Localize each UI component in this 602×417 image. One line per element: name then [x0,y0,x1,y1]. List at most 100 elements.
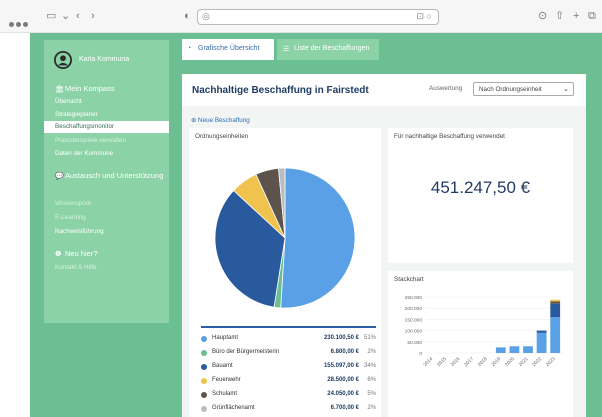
sidebar: Karla Kommuna 🏛Mein Kompass Übersicht St… [44,40,169,323]
legend-label: Hauptamt [212,335,239,341]
user-name: Karla Kommuna [79,56,130,63]
legend-percent: 5% [367,391,376,397]
legend-value: 28.500,00 € [327,377,359,383]
tab-liste[interactable]: ☰ Liste der Beschaffungen [277,39,379,60]
card-title: Stackchart [394,276,424,283]
sidebar-item-daten[interactable]: Daten der Kommune [55,150,113,158]
tab-label: Liste der Beschaffungen [294,45,370,52]
legend-divider [201,326,376,328]
legend-value: 230.100,50 € [323,335,359,341]
card-title: Für nachhaltige Beschaffung verwendet [394,133,505,140]
stack-bar-2020-s0[interactable] [509,346,520,353]
info-icon: ❶ [55,251,62,258]
auswertung-select[interactable]: Nach Ordnungseinheit ⌄ [473,82,574,96]
auswertung-label: Auswertung [429,85,463,92]
address-bar[interactable]: ◎ ⊡ ○ [197,9,439,25]
legend-label: Schulamt [212,391,238,397]
sidebar-item-wissenspool[interactable]: Wissenspool [55,200,91,208]
sidebar-item-uebersicht[interactable]: Übersicht [55,98,82,106]
y-tick-label: 150.000 [405,317,423,323]
legend-percent: 2% [367,405,376,411]
legend-label: Feuerwehr [212,377,241,383]
y-tick-label: 0 [419,351,422,357]
chat-icon: 💬 [55,173,64,180]
pie-legend: Hauptamt 230.100,50 € 51% Büro der Bürgerme… [189,326,381,417]
sidebar-section-austausch: 💬Austausch und Unterstützung [55,171,164,180]
chevron-down-icon[interactable]: ⌄ [61,9,70,23]
chart-icon: ◔ [187,45,192,52]
sidebar-item-elearning[interactable]: E-Learning [55,214,86,222]
legend-row[interactable]: Grünflächenamt 6.700,00 € 2% [201,404,376,416]
x-tick-label: 2023 [545,356,557,368]
page-title: Nachhaltige Beschaffung in Fairstedt [192,85,369,96]
legend-row[interactable]: Schulamt 24.050,00 € 5% [201,390,376,402]
x-tick-label: 2020 [504,356,516,368]
tab-grafische-uebersicht[interactable]: ◔ Grafische Übersicht [182,39,274,60]
pie-slice-hauptamt[interactable] [280,167,356,309]
main-panel: Nachhaltige Beschaffung in Fairstedt Aus… [182,74,586,417]
stack-bar-2022-s0[interactable] [536,332,547,353]
x-tick-label: 2017 [463,356,475,368]
download-icon[interactable]: ⊙ [538,9,547,23]
legend-percent: 51% [363,335,376,341]
x-tick-label: 2014 [422,356,434,368]
sidebar-toggle-icon[interactable]: ▭ [46,9,56,23]
x-tick-label: 2022 [531,356,543,368]
reader-icon[interactable]: ⊡ ○ [417,11,432,22]
sidebar-section-kompass: 🏛Mein Kompass [55,84,115,93]
sidebar-item-strategieplaner[interactable]: Strategieplaner [55,111,98,119]
sidebar-item-beschaffungsmonitor[interactable]: Beschaffungsmonitor [44,121,169,133]
back-icon[interactable]: ‹ [76,9,80,23]
sidebar-item-praxisbeispiele[interactable]: Praxisbeispiele verwalten [55,137,126,145]
card-ordnungseinheiten: Ordnungseinheiten Hauptamt 230.100,50 €51… [189,128,381,417]
main-header: Nachhaltige Beschaffung in Fairstedt Aus… [182,74,586,106]
y-tick-label: 250.000 [405,295,423,301]
stack-bar-2023-s0[interactable] [550,317,561,353]
legend-dot [201,350,207,356]
total-amount: 451.247,50 € [430,178,531,197]
window-controls[interactable] [9,14,30,32]
sidebar-item-kontakt[interactable]: Kontakt & Hilfe [55,264,97,272]
user-avatar-icon [54,51,72,69]
card-stackchart: Stackchart 0 50.000 100.000 150.000 200.000 2… [388,271,573,417]
app-container: Karla Kommuna 🏛Mein Kompass Übersicht St… [30,33,602,417]
legend-row[interactable]: Hauptamt 230.100,50 € 51% [201,334,376,346]
legend-percent: 2% [367,349,376,355]
stack-bar-2023-s2[interactable] [550,301,561,304]
forward-icon[interactable]: › [91,9,95,23]
user-profile[interactable]: Karla Kommuna [52,51,164,71]
legend-value: 24.050,00 € [327,391,359,397]
shield-icon[interactable]: ◐ [184,9,191,23]
stack-bar-2023-s3[interactable] [550,299,561,302]
legend-row[interactable]: Büro der Bürgermeisterin 6.800,00 € 2% [201,348,376,360]
legend-row[interactable]: Feuerwehr 28.500,00 € 6% [201,376,376,388]
legend-dot [201,336,207,342]
stack-bar-2019-s0[interactable] [495,347,506,353]
tabs-overview-icon[interactable]: ⧉ [588,9,596,23]
chevron-down-icon: ⌄ [563,86,569,93]
add-circle-icon: ⊕ [191,117,197,124]
legend-dot [201,364,207,370]
y-tick-label: 50.000 [407,340,422,346]
tab-label: Grafische Übersicht [198,45,260,52]
new-tab-icon[interactable]: + [573,9,579,23]
legend-row[interactable]: Bauamt 155.097,00 € 34% [201,362,376,374]
bank-icon: 🏛 [55,86,64,93]
stack-bar-2021-s0[interactable] [523,346,533,353]
legend-dot [201,392,207,398]
legend-dot [201,406,207,412]
new-procurement-link[interactable]: ⊕ Neue Beschaffung [191,117,250,124]
stack-bar-2022-s1[interactable] [536,330,547,333]
share-icon[interactable]: ⇧ [555,9,564,23]
legend-value: 6.800,00 € [330,349,359,355]
legend-percent: 6% [367,377,376,383]
sidebar-item-nachweis[interactable]: Nachweisführung [55,228,104,236]
stack-bar-2023-s1[interactable] [550,303,561,318]
x-tick-label: 2019 [490,356,502,368]
x-tick-label: 2021 [518,356,530,368]
legend-dot [201,378,207,384]
legend-label: Grünflächenamt [212,405,255,411]
x-tick-label: 2016 [450,356,462,368]
pie-chart [214,167,356,309]
legend-value: 6.700,00 € [330,405,359,411]
